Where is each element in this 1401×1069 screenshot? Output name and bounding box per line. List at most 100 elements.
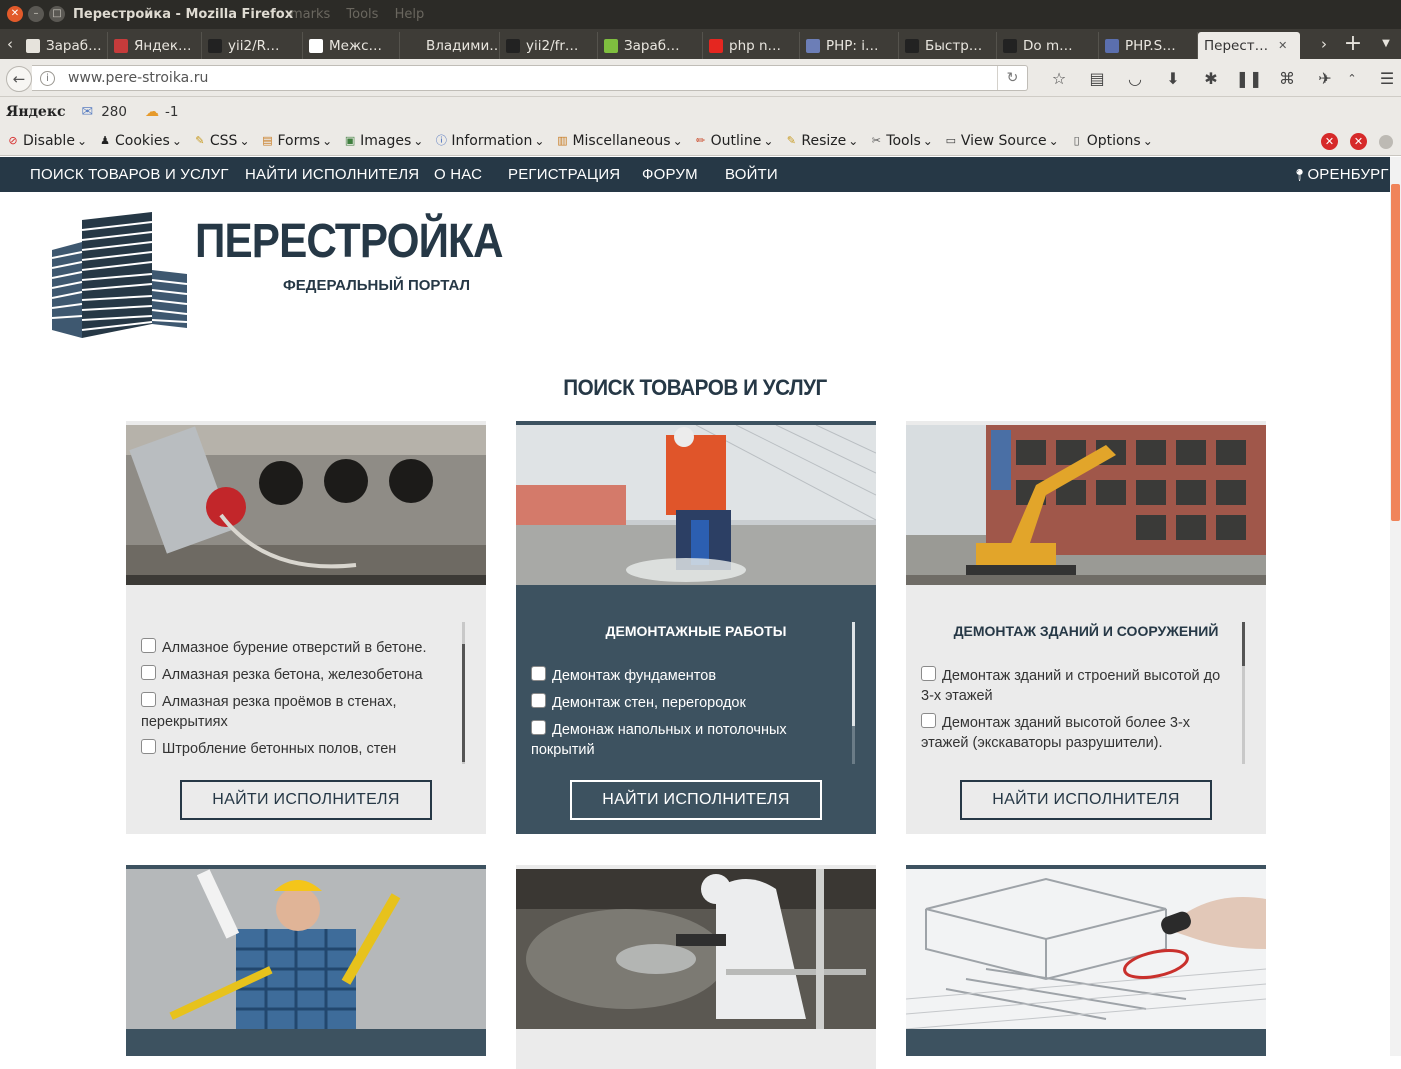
nav-about[interactable]: О НАС bbox=[434, 157, 482, 192]
tabs-scroll-left-icon[interactable]: ‹ bbox=[0, 29, 20, 59]
firebug-icon[interactable]: ✱ bbox=[1192, 69, 1230, 88]
hamburger-menu-icon[interactable]: ☰ bbox=[1368, 69, 1401, 88]
window-close-button[interactable]: ✕ bbox=[7, 6, 23, 22]
new-tab-icon[interactable]: + bbox=[1343, 29, 1363, 59]
extension-icon[interactable]: ✈ bbox=[1306, 69, 1344, 88]
nav-login[interactable]: ВОЙТИ bbox=[725, 157, 778, 192]
tab-5[interactable]: Владими… bbox=[400, 32, 500, 59]
css-error-icon[interactable]: ✕ bbox=[1321, 133, 1338, 150]
site-info-icon[interactable]: i bbox=[40, 71, 55, 86]
nav-search-goods[interactable]: ПОИСК ТОВАРОВ И УСЛУГ bbox=[30, 157, 229, 192]
service-checkbox[interactable] bbox=[531, 666, 546, 681]
service-item[interactable]: Штробление бетонных полов, стен bbox=[141, 739, 451, 759]
pocket-icon[interactable]: ◡ bbox=[1116, 69, 1154, 88]
card-list-scrollbar[interactable] bbox=[1242, 622, 1245, 764]
service-item[interactable]: Демонаж напольных и потолочных покрытий bbox=[531, 720, 841, 760]
service-item[interactable]: Демонтаж зданий высотой более 3-х этажей… bbox=[921, 713, 1231, 753]
tools-icon: ✂ bbox=[871, 134, 881, 147]
tab-6[interactable]: yii2/fr… bbox=[500, 32, 598, 59]
overflow-chevron-icon[interactable]: ⌃ bbox=[1344, 72, 1360, 85]
site-brand[interactable]: ПЕРЕСТРОЙКА bbox=[195, 214, 503, 269]
card-list-scrollbar[interactable] bbox=[852, 622, 855, 764]
weather-temp[interactable]: -1 bbox=[165, 104, 178, 120]
reading-list-icon[interactable]: ▤ bbox=[1078, 69, 1116, 88]
menubar-ghost: marks Tools Help bbox=[290, 7, 425, 22]
tab-8[interactable]: php n… bbox=[703, 32, 800, 59]
tabs-scroll-right-icon[interactable]: › bbox=[1314, 29, 1334, 59]
tab-favicon-icon bbox=[114, 38, 128, 53]
find-contractor-button[interactable]: НАЙТИ ИСПОЛНИТЕЛЯ bbox=[180, 780, 432, 820]
webdev-menu-resize[interactable]: ✎ Resize ⌄ bbox=[784, 133, 859, 149]
service-checkbox[interactable] bbox=[141, 638, 156, 653]
nav-register[interactable]: РЕГИСТРАЦИЯ bbox=[508, 157, 620, 192]
footprints-icon[interactable]: ❚❚ bbox=[1230, 69, 1268, 88]
find-contractor-button[interactable]: НАЙТИ ИСПОЛНИТЕЛЯ bbox=[570, 780, 822, 820]
tab-7[interactable]: Зараб… bbox=[598, 32, 703, 59]
downloads-icon[interactable]: ⬇ bbox=[1154, 69, 1192, 88]
sitemap-icon[interactable]: ⌘ bbox=[1268, 69, 1306, 88]
mail-count[interactable]: 280 bbox=[101, 104, 127, 120]
service-item[interactable]: Алмазная резка бетона, железобетона bbox=[141, 665, 451, 685]
service-item[interactable]: Алмазное бурение отверстий в бетоне. bbox=[141, 638, 451, 658]
webdev-menu-information[interactable]: ⓘ Information ⌄ bbox=[434, 133, 545, 149]
tab-close-icon[interactable]: ✕ bbox=[1278, 39, 1287, 52]
url-text[interactable]: www.pere-stroika.ru bbox=[68, 70, 208, 86]
service-item[interactable]: Демонтаж стен, перегородок bbox=[531, 693, 841, 713]
webdev-menu-disable[interactable]: ⊘ Disable ⌄ bbox=[6, 133, 87, 149]
site-navbar: ПОИСК ТОВАРОВ И УСЛУГ НАЙТИ ИСПОЛНИТЕЛЯ … bbox=[0, 157, 1390, 192]
window-maximize-button[interactable]: □ bbox=[49, 6, 65, 22]
service-item[interactable]: Демонтаж фундаментов bbox=[531, 666, 841, 686]
reload-icon[interactable]: ↻ bbox=[997, 66, 1027, 90]
url-bar[interactable]: i www.pere-stroika.ru ↻ bbox=[32, 65, 1028, 91]
site-logo-icon[interactable] bbox=[52, 212, 187, 340]
webdev-menu-miscellaneous[interactable]: ▥ Miscellaneous ⌄ bbox=[555, 133, 682, 149]
webdev-menu-css[interactable]: ✎ CSS ⌄ bbox=[193, 133, 250, 149]
tab-9[interactable]: PHP: i… bbox=[800, 32, 899, 59]
tab-12[interactable]: PHP.S… bbox=[1099, 32, 1198, 59]
service-item[interactable]: Демонтаж зданий и строений высотой до 3-… bbox=[921, 666, 1231, 706]
tab-label: Межс… bbox=[329, 37, 383, 54]
page-scrollbar-thumb[interactable] bbox=[1391, 184, 1400, 521]
window-minimize-button[interactable]: – bbox=[28, 6, 44, 22]
bookmark-star-icon[interactable]: ☆ bbox=[1040, 69, 1078, 88]
webdev-status: ✕ ✕ bbox=[1321, 133, 1393, 150]
service-item[interactable]: Алмазная резка проёмов в стенах, перекры… bbox=[141, 692, 451, 732]
nav-forum[interactable]: ФОРУМ bbox=[642, 157, 698, 192]
webdev-menu-forms[interactable]: ▤ Forms ⌄ bbox=[261, 133, 332, 149]
webdev-menu-outline[interactable]: ✏ Outline ⌄ bbox=[694, 133, 773, 149]
webdev-menu-view-source[interactable]: ▭ View Source ⌄ bbox=[944, 133, 1059, 149]
find-contractor-button[interactable]: НАЙТИ ИСПОЛНИТЕЛЯ bbox=[960, 780, 1212, 820]
webdev-menu-cookies[interactable]: ♟ Cookies ⌄ bbox=[98, 133, 182, 149]
tab-2[interactable]: Яндек… bbox=[108, 32, 202, 59]
tab-13[interactable]: Перест… ✕ bbox=[1198, 32, 1300, 59]
service-checkbox[interactable] bbox=[921, 666, 936, 681]
tab-11[interactable]: Do m… bbox=[997, 32, 1099, 59]
tab-10[interactable]: Быстр… bbox=[899, 32, 997, 59]
webdev-menu-options[interactable]: ▯ Options ⌄ bbox=[1070, 133, 1153, 149]
tab-1[interactable]: Зараб… bbox=[20, 32, 108, 59]
service-checkbox[interactable] bbox=[531, 693, 546, 708]
webdev-menu-images[interactable]: ▣ Images ⌄ bbox=[343, 133, 423, 149]
service-checkbox[interactable] bbox=[141, 692, 156, 707]
webdev-menu-tools[interactable]: ✂ Tools ⌄ bbox=[869, 133, 933, 149]
tab-favicon-icon bbox=[905, 38, 919, 53]
service-card-diamond: Алмазное бурение отверстий в бетоне. Алм… bbox=[126, 421, 486, 834]
nav-city[interactable]: 📍︎ОРЕНБУРГ bbox=[1292, 157, 1389, 193]
tabs-list-icon[interactable]: ▼ bbox=[1376, 29, 1396, 59]
yandex-logo[interactable]: Яндекс bbox=[6, 104, 65, 120]
service-checkbox[interactable] bbox=[921, 713, 936, 728]
weather-icon[interactable]: ☁ bbox=[145, 104, 159, 120]
service-checkbox[interactable] bbox=[141, 665, 156, 680]
tab-4[interactable]: Межс… bbox=[303, 32, 400, 59]
chevron-down-icon: ⌄ bbox=[239, 134, 250, 148]
card-title: ДЕМОНТАЖ ЗДАНИЙ И СООРУЖЕНИЙ bbox=[953, 623, 1219, 639]
js-error-icon[interactable]: ✕ bbox=[1350, 133, 1367, 150]
service-checkbox[interactable] bbox=[531, 720, 546, 735]
back-button[interactable]: ← bbox=[6, 66, 32, 92]
render-mode-icon[interactable] bbox=[1379, 135, 1393, 149]
mail-icon[interactable]: ✉ bbox=[81, 104, 93, 120]
service-checkbox[interactable] bbox=[141, 739, 156, 754]
nav-find-contractor[interactable]: НАЙТИ ИСПОЛНИТЕЛЯ bbox=[245, 157, 419, 192]
card-list-scrollbar[interactable] bbox=[462, 622, 465, 764]
tab-3[interactable]: yii2/R… bbox=[202, 32, 303, 59]
